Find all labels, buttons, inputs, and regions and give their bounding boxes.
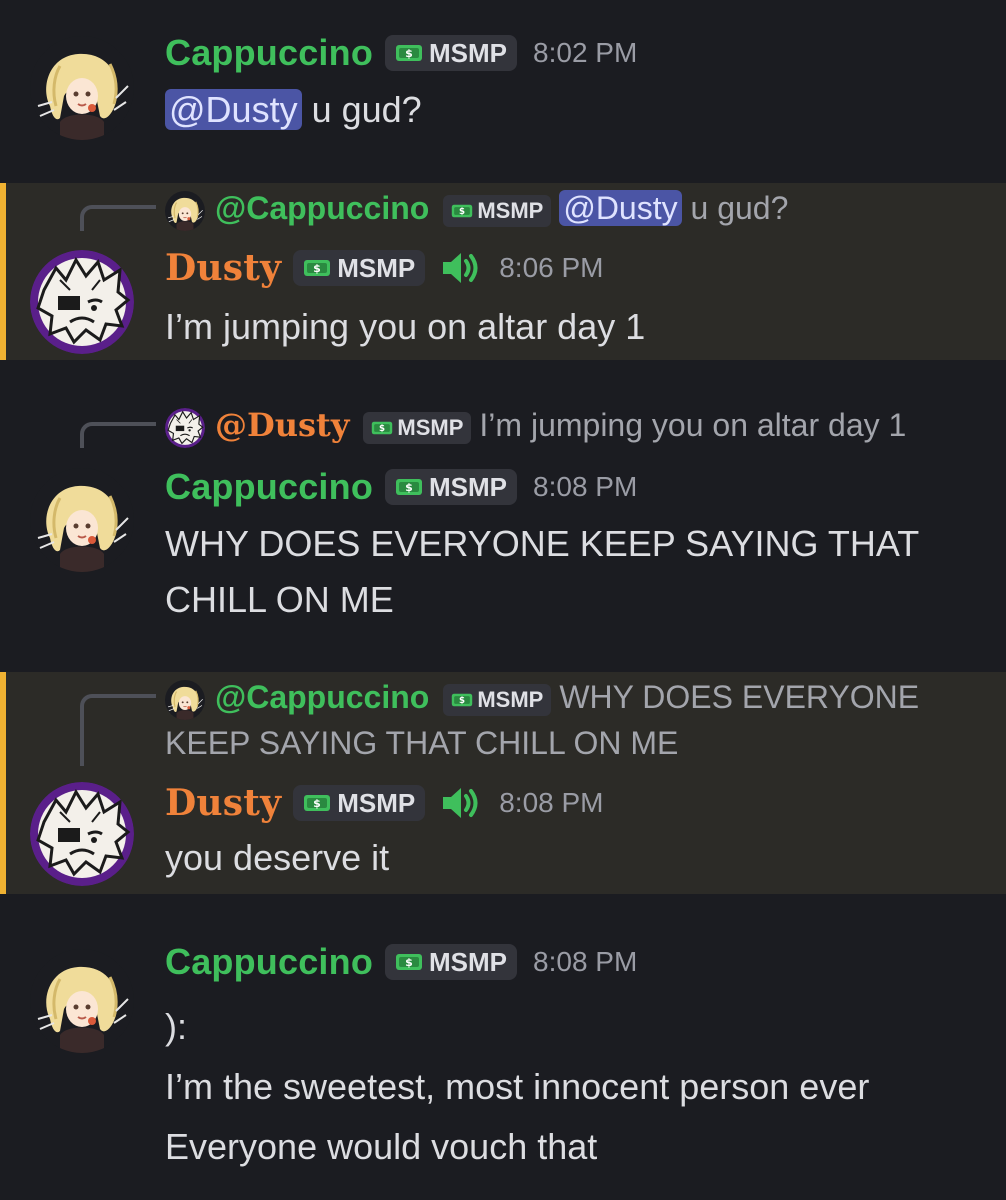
avatar-dusty[interactable] (30, 250, 134, 354)
user-mention[interactable]: @Dusty (165, 89, 302, 130)
dusty-avatar-icon (30, 782, 134, 886)
reply-text: u gud? (690, 190, 789, 226)
tag-label: MSMP (429, 37, 508, 68)
tag-label: MSMP (337, 252, 416, 283)
username[interactable]: Dusty (165, 247, 281, 289)
dusty-avatar-icon (165, 408, 205, 448)
server-tag[interactable]: MSMP (385, 944, 518, 980)
tag-label: MSMP (477, 197, 544, 223)
money-icon (303, 792, 331, 814)
message-content: ): I’m the sweetest, most innocent perso… (165, 997, 966, 1177)
username[interactable]: Cappuccino (165, 32, 373, 74)
money-icon (451, 691, 473, 709)
cappuccino-avatar-icon (30, 468, 134, 572)
avatar-cappuccino[interactable] (30, 949, 134, 1053)
reply-username[interactable]: @Cappuccino (215, 190, 429, 226)
server-tag[interactable]: MSMP (293, 785, 426, 821)
speaker-icon (439, 248, 483, 288)
speaker-icon (439, 783, 483, 823)
message-3[interactable]: @Dusty MSMP I’m jumping you on altar day… (0, 400, 1006, 640)
tag-label: MSMP (477, 686, 544, 712)
message-line: WHY DOES EVERYONE KEEP SAYING THAT (165, 523, 920, 564)
reply-text: I’m jumping you on altar day 1 (479, 407, 907, 443)
timestamp: 8:02 PM (533, 37, 638, 68)
cappuccino-avatar-icon (165, 680, 205, 720)
reply-preview[interactable]: @Cappuccino MSMP @Dusty u gud? (165, 185, 966, 231)
dusty-avatar-icon (30, 250, 134, 354)
message-header: Cappuccino MSMP 8:08 PM (165, 941, 637, 983)
reply-server-tag: MSMP (363, 411, 472, 444)
reply-server-tag: MSMP (443, 683, 552, 716)
message-line: CHILL ON ME (165, 579, 394, 620)
message-2[interactable]: @Cappuccino MSMP @Dusty u gud? Dusty MSM… (0, 183, 1006, 360)
avatar-cappuccino[interactable] (30, 468, 134, 572)
reply-preview[interactable]: @Cappuccino MSMP WHY DOES EVERYONE (165, 674, 966, 720)
message-line: I’m the sweetest, most innocent person e… (165, 1066, 870, 1107)
reply-avatar (165, 408, 205, 448)
cappuccino-avatar-icon (30, 949, 134, 1053)
timestamp: 8:08 PM (499, 787, 604, 818)
reply-username[interactable]: @Cappuccino (215, 679, 429, 715)
money-icon (395, 476, 423, 498)
cappuccino-avatar-icon (165, 191, 205, 231)
tag-label: MSMP (397, 414, 464, 440)
money-icon (371, 419, 393, 437)
message-header: Dusty MSMP 8:08 PM (165, 782, 604, 824)
money-icon (303, 257, 331, 279)
reply-connector (80, 694, 156, 766)
reply-connector (80, 422, 156, 448)
reply-text: KEEP SAYING THAT CHILL ON ME (165, 725, 679, 761)
message-content: WHY DOES EVERYONE KEEP SAYING THAT CHILL… (165, 516, 966, 628)
message-content: @Dusty u gud? (165, 82, 966, 138)
message-1[interactable]: Cappuccino MSMP 8:02 PM @Dusty u gud? (0, 0, 1006, 175)
avatar-cappuccino[interactable] (30, 36, 134, 140)
reply-avatar (165, 680, 205, 720)
money-icon (395, 951, 423, 973)
tag-label: MSMP (429, 471, 508, 502)
reply-preview-continued: KEEP SAYING THAT CHILL ON ME (165, 720, 966, 766)
username[interactable]: Cappuccino (165, 941, 373, 983)
message-header: Dusty MSMP 8:06 PM (165, 247, 604, 289)
cappuccino-avatar-icon (30, 36, 134, 140)
message-content: I’m jumping you on altar day 1 (165, 299, 966, 355)
server-tag[interactable]: MSMP (293, 250, 426, 286)
avatar-dusty[interactable] (30, 782, 134, 886)
message-4[interactable]: @Cappuccino MSMP WHY DOES EVERYONE KEEP … (0, 672, 1006, 894)
server-tag[interactable]: MSMP (385, 35, 518, 71)
server-tag[interactable]: MSMP (385, 469, 518, 505)
message-line: ): (165, 1006, 187, 1047)
message-content: you deserve it (165, 830, 966, 886)
timestamp: 8:08 PM (533, 946, 638, 977)
username[interactable]: Cappuccino (165, 466, 373, 508)
money-icon (395, 42, 423, 64)
reply-username[interactable]: @Dusty (215, 406, 349, 444)
message-text: I’m jumping you on altar day 1 (165, 306, 646, 347)
reply-connector (80, 205, 156, 231)
message-header: Cappuccino MSMP 8:02 PM (165, 32, 637, 74)
money-icon (451, 202, 473, 220)
reply-server-tag: MSMP (443, 194, 552, 227)
message-text: u gud? (311, 89, 422, 130)
tag-label: MSMP (337, 787, 416, 818)
message-text: you deserve it (165, 837, 390, 878)
reply-avatar (165, 191, 205, 231)
reply-text: WHY DOES EVERYONE (559, 679, 920, 715)
chat-log: Cappuccino MSMP 8:02 PM @Dusty u gud? @C… (0, 0, 1006, 1200)
timestamp: 8:06 PM (499, 252, 604, 283)
reply-mention[interactable]: @Dusty (559, 190, 682, 226)
tag-label: MSMP (429, 946, 508, 977)
message-5[interactable]: Cappuccino MSMP 8:08 PM ): I’m the sweet… (0, 925, 1006, 1200)
message-line: Everyone would vouch that (165, 1126, 598, 1167)
timestamp: 8:08 PM (533, 471, 638, 502)
username[interactable]: Dusty (165, 782, 281, 824)
reply-preview[interactable]: @Dusty MSMP I’m jumping you on altar day… (165, 402, 966, 448)
message-header: Cappuccino MSMP 8:08 PM (165, 466, 637, 508)
